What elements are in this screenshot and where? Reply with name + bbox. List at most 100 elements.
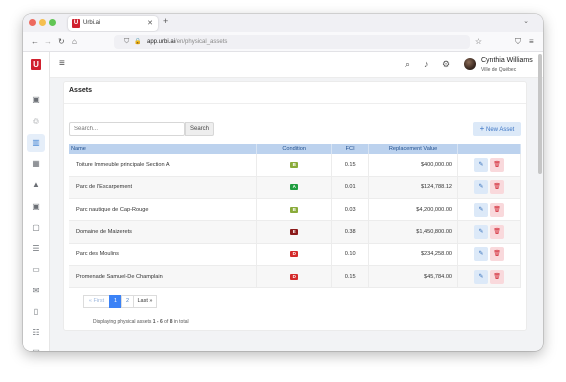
folder-icon[interactable]: ▭: [27, 261, 45, 279]
actions-cell: ✎ 🗑: [457, 154, 521, 177]
edit-icon[interactable]: ✎: [474, 269, 489, 284]
trash-icon[interactable]: 🗑: [490, 225, 505, 240]
lock-icon[interactable]: 🔒: [134, 35, 141, 49]
condition-badge: B: [290, 161, 299, 168]
actions-cell: ✎ 🗑: [457, 198, 521, 222]
column-header-actions: [457, 144, 521, 154]
search-input[interactable]: [69, 122, 185, 136]
fci-cell: 0.38: [331, 220, 370, 244]
user-name[interactable]: Cynthia Williams: [481, 57, 533, 64]
condition-badge: A: [290, 184, 299, 191]
back-icon[interactable]: ←: [31, 36, 39, 47]
column-header-replacement-value[interactable]: Replacement Value: [368, 144, 459, 154]
new-tab-icon[interactable]: +: [163, 16, 168, 26]
table-header-row: Name Condition FCI Replacement Value: [69, 144, 521, 154]
browser-window: U Urbi.ai ✕ + ⌄ ← → ↻ ⌂ ⛉ 🔒 app.urbi.ai/…: [23, 14, 543, 351]
settings-sliders-icon[interactable]: ☷: [27, 324, 45, 342]
summary-prefix: Displaying physical assets: [93, 319, 153, 325]
bookmark-star-icon[interactable]: ☆: [475, 35, 482, 49]
trash-icon[interactable]: 🗑: [490, 180, 505, 195]
replacement-value-cell: $400,000.00: [368, 154, 459, 177]
app-logo[interactable]: U: [31, 59, 41, 70]
summary-range: 1 - 6: [152, 319, 163, 325]
avatar[interactable]: [464, 58, 476, 70]
condition-badge: B: [290, 206, 299, 213]
edit-icon[interactable]: ✎: [474, 247, 489, 262]
plus-icon: +: [479, 124, 485, 133]
chat-icon[interactable]: ▢: [27, 219, 45, 237]
mail-icon[interactable]: ✉: [27, 282, 45, 300]
trash-icon[interactable]: 🗑: [490, 157, 505, 172]
gear-icon[interactable]: ⚙: [442, 59, 450, 70]
last-page-button[interactable]: Last »: [133, 295, 157, 308]
asset-name[interactable]: Promenade Samuel-De Champlain: [69, 265, 258, 289]
new-asset-button[interactable]: + New Asset: [473, 122, 521, 136]
edit-icon[interactable]: ✎: [474, 180, 489, 195]
edit-icon[interactable]: ✎: [474, 225, 489, 240]
edit-icon[interactable]: ✎: [474, 202, 489, 217]
recycle-icon[interactable]: ♲: [27, 113, 45, 131]
table-row[interactable]: Parc nautique de Cap-Rouge B 0.03 $4,200,00…: [69, 198, 521, 222]
search-button[interactable]: Search: [185, 122, 214, 136]
first-page-button[interactable]: « First: [83, 295, 110, 308]
tab-title: Urbi.ai: [83, 20, 101, 26]
asset-name[interactable]: Domaine de Maizerets: [69, 220, 258, 244]
reload-icon[interactable]: ↻: [58, 36, 65, 47]
minimize-window-button[interactable]: [39, 19, 46, 26]
table-row[interactable]: Toiture Immeuble principale Section A B 0.…: [69, 154, 521, 177]
fci-cell: 0.15: [331, 265, 370, 289]
close-tab-icon[interactable]: ✕: [147, 16, 153, 31]
assets-table: Name Condition FCI Replacement Value Toi…: [69, 144, 521, 289]
asset-name[interactable]: Parc nautique de Cap-Rouge: [69, 198, 258, 222]
book-icon[interactable]: ▯: [27, 303, 45, 321]
browser-tab[interactable]: U Urbi.ai ✕: [68, 16, 158, 31]
table-row[interactable]: Promenade Samuel-De Champlain D 0.15 $45,78…: [69, 265, 521, 289]
page-scrollbar[interactable]: [538, 54, 542, 174]
asset-name[interactable]: Parc des Moulins: [69, 243, 258, 266]
column-header-fci[interactable]: FCI: [331, 144, 370, 154]
replacement-value-cell: $124,788.12: [368, 176, 459, 200]
briefcase-icon[interactable]: ▤: [27, 344, 45, 351]
asset-name[interactable]: Toiture Immeuble principale Section A: [69, 154, 258, 177]
bell-icon[interactable]: ♪: [424, 59, 429, 69]
edit-icon[interactable]: ✎: [474, 157, 489, 172]
building-icon[interactable]: ▥: [27, 134, 45, 152]
search-icon[interactable]: ⌕: [405, 59, 410, 70]
list-icon[interactable]: ☰: [27, 240, 45, 258]
divider: [64, 103, 526, 104]
shield-icon[interactable]: ⛉: [124, 35, 129, 49]
home-icon[interactable]: ⌂: [72, 36, 77, 47]
column-header-condition[interactable]: Condition: [256, 144, 333, 154]
tab-list-icon[interactable]: ⌄: [523, 17, 529, 25]
url-bar[interactable]: ⛉ 🔒 app.urbi.ai/en/physical_assets ☆: [114, 35, 482, 49]
menu-icon[interactable]: ≡: [529, 36, 534, 47]
trash-icon[interactable]: 🗑: [490, 247, 505, 262]
trash-icon[interactable]: 🗑: [490, 269, 505, 284]
maximize-window-button[interactable]: [49, 19, 56, 26]
app-sidebar: U ▣ ♲ ▥ ▦ ▲ ▣ ▢ ☰ ▭ ✉ ▯ ☷ ▤: [23, 52, 50, 351]
tree-icon[interactable]: ▲: [27, 176, 45, 194]
close-window-button[interactable]: [29, 19, 36, 26]
condition-badge: E: [290, 229, 299, 236]
forward-icon[interactable]: →: [44, 36, 52, 47]
column-header-name[interactable]: Name: [69, 144, 258, 154]
tab-strip: U Urbi.ai ✕ + ⌄: [23, 14, 543, 32]
fci-cell: 0.15: [331, 154, 370, 177]
table-row[interactable]: Parc de l'Escarpement A 0.01 $124,788.12 ✎ 🗑: [69, 176, 521, 200]
fci-cell: 0.01: [331, 176, 370, 200]
trash-icon[interactable]: 🗑: [490, 202, 505, 217]
calendar-icon[interactable]: ▣: [27, 91, 45, 109]
actions-cell: ✎ 🗑: [457, 176, 521, 200]
pocket-icon[interactable]: ⛉: [515, 36, 521, 47]
table-row[interactable]: Domaine de Maizerets E 0.38 $1,450,800.00 ✎ 🗑: [69, 220, 521, 244]
map-icon[interactable]: ▦: [27, 155, 45, 173]
calendar-icon[interactable]: ▣: [27, 198, 45, 216]
hamburger-icon[interactable]: ≡: [59, 58, 65, 69]
asset-name[interactable]: Parc de l'Escarpement: [69, 176, 258, 200]
table-row[interactable]: Parc des Moulins D 0.10 $234,258.00 ✎ 🗑: [69, 243, 521, 266]
condition-badge: D: [290, 273, 299, 280]
fci-cell: 0.03: [331, 198, 370, 222]
replacement-value-cell: $4,200,000.00: [368, 198, 459, 222]
assets-card: Assets Search + New Asset Name Condition…: [63, 81, 527, 331]
pagination-summary: Displaying physical assets 1 - 6 of 8 in…: [93, 319, 189, 325]
